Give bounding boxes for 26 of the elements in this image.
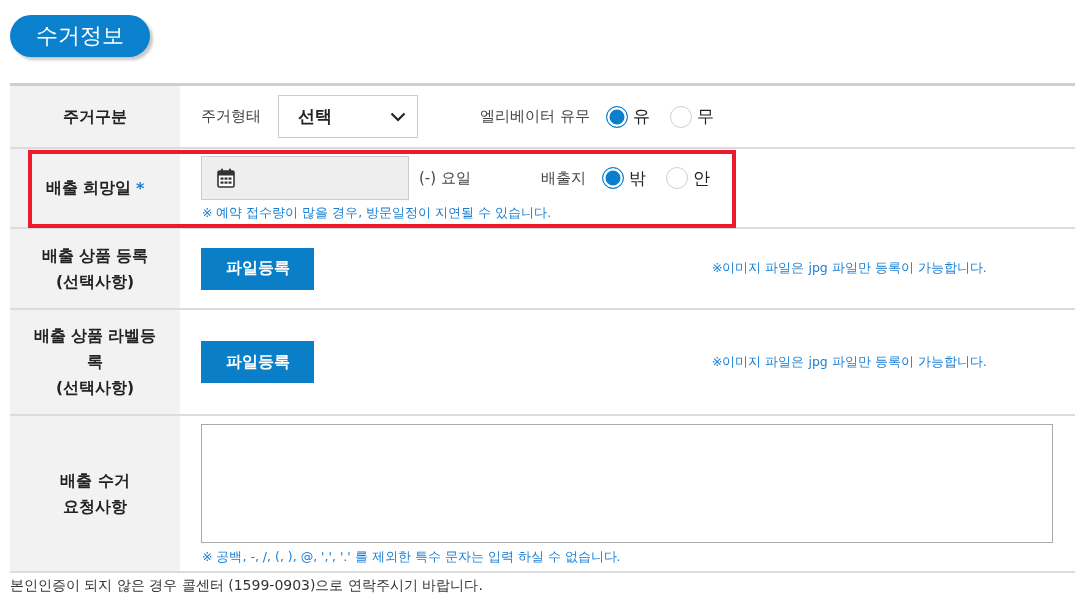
radio-option[interactable]: 안 (665, 166, 710, 190)
required-mark: * (136, 178, 145, 198)
radio-option[interactable]: 유 (605, 105, 650, 128)
field-label: 엘리베이터 유무 (480, 107, 590, 126)
note-text: ※ 예약 접수량이 많을 경우, 방문일정이 지연될 수 있습니다. (202, 205, 552, 222)
note-text: ※이미지 파일은 jpg 파일만 등록이 가능합니다. (712, 260, 987, 277)
chevron-down-icon (390, 111, 406, 122)
dropdown[interactable]: 선택 (278, 95, 418, 138)
row-label: 배출 희망일 (45, 178, 131, 199)
row-label: 배출 상품 라벨등록 (선택사항) (32, 326, 158, 399)
date-field[interactable] (201, 156, 409, 200)
calendar-icon (217, 168, 235, 188)
row-label: 배출 상품 등록 (선택사항) (41, 245, 149, 293)
day-text: (-) 요일 (419, 168, 471, 188)
file-upload-button[interactable]: 파일등록 (201, 341, 314, 383)
section-title: 수거정보 (10, 15, 150, 57)
radio-option[interactable]: 밖 (601, 166, 646, 190)
note-text: ※이미지 파일은 jpg 파일만 등록이 가능합니다. (712, 353, 987, 371)
footer-text: 본인인증이 되지 않은 경우 콜센터 (1599-0903)으로 연락주시기 바랍니다. (10, 576, 483, 594)
field-label: 배출지 (540, 168, 586, 188)
row-label: 배출 수거 요청사항 (60, 470, 130, 518)
row-label: 주거구분 (63, 106, 127, 128)
file-upload-button[interactable]: 파일등록 (201, 247, 314, 290)
radio-option[interactable]: 무 (669, 105, 714, 128)
note-text: ※ 공백, -, /, (, ), @, ',', '.' 를 제외한 특수 문자는 입력 하실 수 없습니다. (202, 549, 621, 566)
field-label: 주거형태 (201, 107, 261, 126)
